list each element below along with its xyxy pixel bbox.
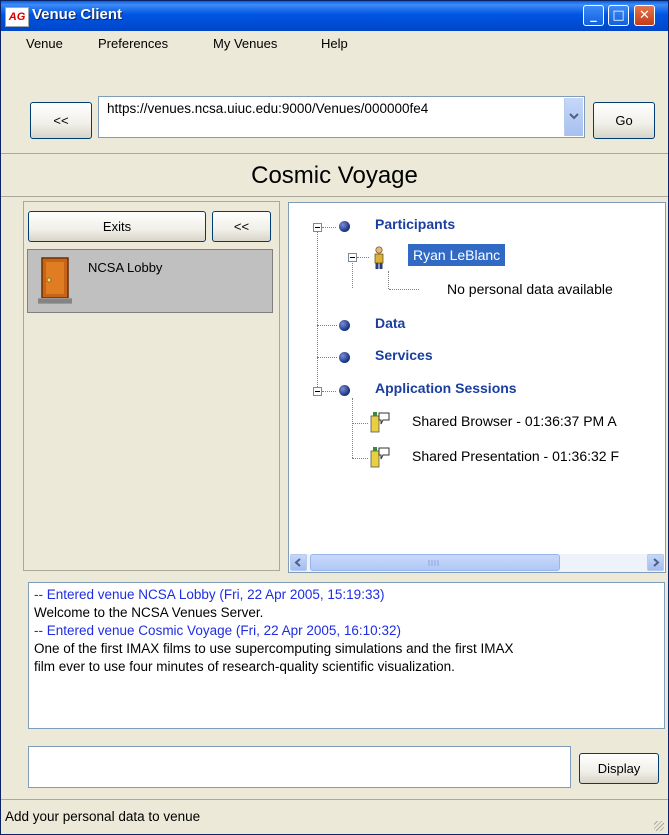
- back-button[interactable]: <<: [30, 102, 92, 139]
- chevron-right-icon: [653, 558, 660, 567]
- exit-item-ncsa-lobby[interactable]: NCSA Lobby: [27, 249, 273, 313]
- globe-icon: [339, 320, 350, 331]
- scroll-right-button[interactable]: [647, 554, 664, 571]
- grip-icon: [428, 560, 439, 566]
- status-bar: Add your personal data to venue: [1, 799, 668, 834]
- chevron-down-icon: [569, 113, 579, 120]
- tree-node-data[interactable]: Data: [375, 315, 405, 331]
- title-bar[interactable]: AG Venue Client _ □ ✕: [1, 1, 668, 31]
- venue-tree: Participants Ryan LeBlanc No personal da…: [288, 202, 666, 573]
- log-line: -- Entered venue Cosmic Voyage (Fri, 22 …: [34, 623, 401, 638]
- resize-grip-icon[interactable]: [654, 821, 664, 831]
- venue-title: Cosmic Voyage: [1, 153, 668, 197]
- scroll-thumb[interactable]: [310, 554, 560, 571]
- tree-line: [352, 398, 353, 458]
- scroll-left-button[interactable]: [290, 554, 307, 571]
- venue-url-input[interactable]: https://venues.ncsa.uiuc.edu:9000/Venues…: [107, 101, 555, 116]
- log-line: film ever to use four minutes of researc…: [34, 659, 455, 674]
- menu-venue[interactable]: Venue: [26, 36, 63, 51]
- application-session-icon: [370, 412, 390, 433]
- app-sessions-collapse-toggle[interactable]: [313, 387, 322, 396]
- globe-icon: [339, 385, 350, 396]
- participant-detail: No personal data available: [447, 281, 613, 297]
- minimize-button[interactable]: _: [583, 5, 604, 26]
- app-logo-icon: AG: [5, 7, 29, 27]
- person-icon: [374, 246, 384, 269]
- log-line: Welcome to the NCSA Venues Server.: [34, 605, 264, 620]
- menu-preferences[interactable]: Preferences: [98, 36, 168, 51]
- tree-line: [317, 325, 337, 326]
- log-line: -- Entered venue NCSA Lobby (Fri, 22 Apr…: [34, 587, 385, 602]
- window-title: Venue Client: [32, 6, 123, 23]
- tree-line: [352, 423, 368, 424]
- tree-horizontal-scrollbar[interactable]: [290, 554, 664, 572]
- chat-input[interactable]: [28, 746, 571, 788]
- tree-node-participants[interactable]: Participants: [375, 216, 455, 232]
- tree-line: [322, 227, 336, 228]
- globe-icon: [339, 221, 350, 232]
- menu-bar: Venue Preferences My Venues Help: [1, 31, 668, 57]
- collapse-exits-button[interactable]: <<: [212, 211, 271, 242]
- go-button[interactable]: Go: [593, 102, 655, 139]
- door-icon: [38, 257, 72, 304]
- display-button[interactable]: Display: [579, 753, 659, 784]
- close-button[interactable]: ✕: [634, 5, 655, 26]
- application-session-icon: [370, 447, 390, 468]
- tree-line: [322, 391, 336, 392]
- tree-line: [317, 228, 318, 391]
- tree-line: [352, 258, 353, 288]
- tree-line: [388, 271, 389, 289]
- tree-line: [352, 458, 368, 459]
- tree-line: [389, 289, 419, 290]
- menu-help[interactable]: Help: [321, 36, 348, 51]
- exits-panel: Exits << NCSA Lobby: [23, 201, 280, 571]
- tree-line: [317, 357, 337, 358]
- tree-line: [357, 257, 369, 258]
- status-text: Add your personal data to venue: [5, 809, 201, 824]
- menu-my-venues[interactable]: My Venues: [213, 36, 277, 51]
- participant-collapse-toggle[interactable]: [348, 253, 357, 262]
- venue-url-combo[interactable]: https://venues.ncsa.uiuc.edu:9000/Venues…: [98, 96, 585, 138]
- tree-node-application-sessions[interactable]: Application Sessions: [375, 380, 517, 396]
- exits-button[interactable]: Exits: [28, 211, 206, 242]
- maximize-button[interactable]: □: [608, 5, 629, 26]
- tree-node-session[interactable]: Shared Browser - 01:36:37 PM A: [412, 413, 617, 429]
- venue-client-window: AG Venue Client _ □ ✕ Venue Preferences …: [0, 0, 669, 835]
- url-dropdown-button[interactable]: [564, 98, 583, 136]
- tree-node-session[interactable]: Shared Presentation - 01:36:32 F: [412, 448, 619, 464]
- exit-label: NCSA Lobby: [88, 260, 163, 275]
- participants-collapse-toggle[interactable]: [313, 223, 322, 232]
- tree-node-services[interactable]: Services: [375, 347, 433, 363]
- tree-node-participant[interactable]: Ryan LeBlanc: [408, 244, 506, 266]
- venue-log[interactable]: -- Entered venue NCSA Lobby (Fri, 22 Apr…: [28, 582, 665, 729]
- log-line: One of the first IMAX films to use super…: [34, 641, 514, 656]
- globe-icon: [339, 352, 350, 363]
- chevron-left-icon: [294, 558, 301, 567]
